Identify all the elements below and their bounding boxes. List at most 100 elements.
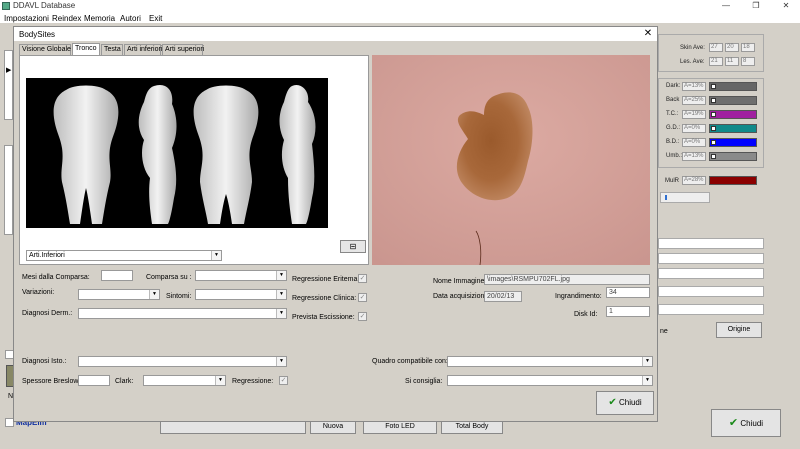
color-row-value: A=0% [682,124,706,133]
diagnosi-derm-select[interactable]: ▼ [78,308,287,319]
chevron-down-icon: ▼ [276,357,286,366]
les-ave-label: Les. Ave: [680,59,705,65]
color-row-label: Back [666,97,680,103]
data-acq-label: Data acquisizione: [433,293,491,300]
lesion-image[interactable] [372,55,650,265]
main-window-title: DDAVL Database [13,1,76,10]
mulr-swatch [709,176,757,185]
mesi-input[interactable] [101,270,133,281]
right-field-4[interactable] [658,286,764,297]
menu-memoria[interactable]: Memoria [84,14,115,23]
si-consiglia-select[interactable]: ▼ [447,375,653,386]
menu-exit[interactable]: Exit [149,14,162,23]
regressione-checkbox[interactable]: ✓ [279,376,288,385]
les-ave-r: 21 [709,57,723,66]
chevron-down-icon: ▼ [276,290,286,299]
tab-arti-inferiori[interactable]: Arti inferiori [124,44,162,55]
regressione-clinica-checkbox[interactable]: ✓ [358,293,367,302]
main-chiudi-label: Chiudi [740,419,764,428]
color-row-value: A=13% [682,152,706,161]
foto-led-label: Foto LED [385,423,415,430]
prevista-escissione-checkbox[interactable]: ✓ [358,312,367,321]
origine-button[interactable]: Origine [716,322,762,338]
close-icon[interactable]: ✕ [776,0,796,12]
color-row-swatch [709,152,757,161]
les-ave-g: 11 [725,57,739,66]
diagnosi-isto-label: Diagnosi Isto.: [22,358,67,365]
mesi-label: Mesi dalla Comparsa: [22,274,90,281]
color-row-marker [711,84,716,89]
chevron-down-icon: ▼ [211,251,221,260]
skin-ave-r: 27 [709,43,723,52]
tab-arti-superiori[interactable]: Arti superiori [162,44,204,55]
right-field-1[interactable] [658,238,764,249]
dialog-chiudi-label: Chiudi [618,398,642,407]
nuova-label: Nuova [322,423,344,430]
color-row-marker [711,112,716,117]
disk-id-input[interactable]: 1 [606,306,650,317]
check-icon: ✔ [608,397,617,408]
dialog-titlebar: BodySites ✕ [14,27,657,41]
color-row-label: T.C.: [666,111,679,117]
skin-ave-label: Skin Ave: [680,45,705,51]
chevron-down-icon: ▼ [642,376,652,385]
tab-visione-globale[interactable]: Visione Globale [19,44,71,55]
dialog-close-icon[interactable]: ✕ [641,27,655,41]
ingrandimento-input[interactable]: 34 [606,287,650,298]
color-row-marker [711,98,716,103]
menu-autori[interactable]: Autori [120,14,141,23]
body-map-image[interactable] [26,78,328,228]
right-field-5[interactable] [658,304,764,315]
clark-select[interactable]: ▼ [143,375,226,386]
comparsa-label: Comparsa su : [146,274,192,281]
bodysites-dialog: BodySites ✕ Visione Globale Tronco Testa… [13,26,658,422]
skin-ave-group [658,34,764,72]
comparsa-select[interactable]: ▼ [195,270,287,281]
skin-ave-b: 18 [741,43,755,52]
clark-label: Clark: [115,378,134,385]
tab-tronco[interactable]: Tronco [72,43,100,55]
regressione-eritema-label: Regressione Eritema: [292,276,360,283]
color-row-swatch [709,110,757,119]
regressione-eritema-checkbox[interactable]: ✓ [358,274,367,283]
quadro-label: Quadro compatibile con: [372,358,448,365]
zoom-button[interactable]: ⊟ [340,240,366,253]
spessore-input[interactable] [78,375,110,386]
left-list-strip [4,145,13,235]
color-row-label: Dark: [666,83,681,89]
row-pointer-icon: ▶ [6,67,12,74]
restore-icon[interactable]: ❐ [746,0,766,12]
partial-label: ne [660,328,668,335]
color-row-swatch [709,96,757,105]
menu-reindex[interactable]: Reindex [52,14,81,23]
chevron-down-icon: ▼ [215,376,225,385]
site-select[interactable]: Arti.Inferiori ▼ [26,250,222,261]
regressione-clinica-label: Regressione Clinica: [292,295,357,302]
site-select-value: Arti.Inferiori [29,252,65,259]
spessore-label: Spessore Breslow: [22,378,81,385]
right-field-2[interactable] [658,253,764,264]
nome-immagine-input[interactable]: \images\RSMPU702FL.jpg [484,274,650,285]
sintomi-select[interactable]: ▼ [195,289,287,300]
menu-impostazioni[interactable]: Impostazioni [4,14,49,23]
chevron-down-icon: ▼ [276,271,286,280]
main-chiudi-button[interactable]: ✔ Chiudi [711,409,781,437]
color-row-value: A=13% [682,82,706,91]
right-field-3[interactable] [658,268,764,279]
color-row-swatch [709,138,757,147]
color-row-label: G.D.: [666,125,681,131]
left-grid-strip [4,50,13,120]
disk-id-label: Disk Id: [574,311,598,318]
diagnosi-derm-label: Diagnosi Derm.: [22,310,73,317]
color-row-marker [711,154,716,159]
nome-immagine-label: Nome Immagine: [433,278,487,285]
quadro-select[interactable]: ▼ [447,356,653,367]
dialog-chiudi-button[interactable]: ✔ Chiudi [596,391,654,415]
tab-testa[interactable]: Testa [101,44,123,55]
tab-panel: ⊟ Arti.Inferiori ▼ [19,55,369,265]
diagnosi-isto-select[interactable]: ▼ [78,356,287,367]
variazioni-select[interactable]: ▼ [78,289,160,300]
torso-figures [53,84,316,225]
data-acq-input[interactable]: 20/02/13 [484,291,522,302]
minimize-icon[interactable]: — [716,0,736,12]
